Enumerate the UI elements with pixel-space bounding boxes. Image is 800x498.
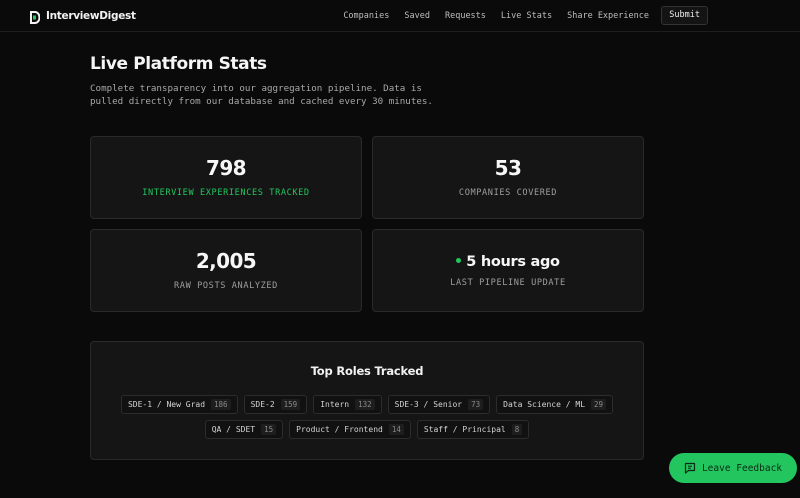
- roles-row: SDE-1 / New Grad 186 SDE-2 159 Intern 132 S…: [91, 395, 643, 414]
- role-count: 132: [355, 399, 375, 410]
- role-name: Intern: [320, 400, 350, 409]
- stat-card-last-update: 5 hours ago LAST PIPELINE UPDATE: [372, 229, 644, 312]
- nav-link-live-stats[interactable]: Live Stats: [501, 11, 552, 21]
- role-name: Product / Frontend: [296, 425, 383, 434]
- status-dot-icon: [456, 257, 462, 263]
- stat-value: 2,005: [195, 249, 257, 273]
- role-count: 15: [261, 424, 277, 435]
- logo-icon: [30, 9, 41, 24]
- role-chip[interactable]: Intern 132: [313, 395, 382, 414]
- stat-label: INTERVIEW EXPERIENCES TRACKED: [142, 188, 310, 198]
- stat-card-raw-posts: 2,005 RAW POSTS ANALYZED: [90, 229, 362, 312]
- submit-button[interactable]: Submit: [661, 6, 708, 25]
- role-chip[interactable]: SDE-3 / Senior 73: [387, 395, 491, 414]
- top-nav: InterviewDigest Companies Saved Requests…: [0, 0, 800, 32]
- nav-link-saved[interactable]: Saved: [404, 11, 430, 21]
- role-count: 8: [511, 424, 523, 435]
- brand-logo[interactable]: InterviewDigest: [30, 9, 136, 24]
- stat-label: LAST PIPELINE UPDATE: [450, 278, 566, 288]
- message-icon: [684, 459, 696, 478]
- stat-value: 53: [494, 156, 522, 180]
- nav-links: Companies Saved Requests Live Stats Shar…: [343, 11, 649, 21]
- role-count: 14: [388, 424, 404, 435]
- nav-link-requests[interactable]: Requests: [445, 11, 486, 21]
- page-description: Complete transparency into our aggregati…: [90, 83, 433, 107]
- stat-value: 798: [206, 156, 247, 180]
- feedback-label: Leave Feedback: [701, 462, 783, 474]
- role-chip[interactable]: QA / SDET 15: [204, 420, 284, 439]
- role-name: QA / SDET: [211, 425, 256, 434]
- role-count: 29: [591, 399, 607, 410]
- stat-label: RAW POSTS ANALYZED: [174, 281, 278, 291]
- top-roles-panel: Top Roles Tracked SDE-1 / New Grad 186 SD…: [90, 341, 644, 460]
- role-name: SDE-1 / New Grad: [127, 400, 206, 409]
- roles-row: QA / SDET 15 Product / Frontend 14 Staff /…: [91, 420, 643, 439]
- role-count: 186: [211, 399, 231, 410]
- nav-link-companies[interactable]: Companies: [343, 11, 389, 21]
- role-count: 73: [468, 399, 484, 410]
- leave-feedback-button[interactable]: Leave Feedback: [669, 453, 797, 483]
- role-name: SDE-3 / Senior: [394, 400, 463, 409]
- stat-value-row: 5 hours ago: [373, 254, 643, 270]
- roles-title: Top Roles Tracked: [310, 364, 424, 378]
- role-name: Staff / Principal: [423, 425, 506, 434]
- role-name: SDE-2: [250, 400, 275, 409]
- role-chip[interactable]: SDE-2 159: [243, 395, 308, 414]
- role-count: 159: [280, 399, 301, 410]
- role-chip[interactable]: Data Science / ML 29: [496, 395, 614, 414]
- stat-label: COMPANIES COVERED: [458, 188, 558, 198]
- role-chip[interactable]: Staff / Principal 8: [416, 420, 530, 439]
- page-title: Live Platform Stats: [90, 54, 267, 74]
- stat-card-experiences: 798 INTERVIEW EXPERIENCES TRACKED: [90, 136, 362, 219]
- stat-value: 5 hours ago: [466, 254, 560, 270]
- role-chip[interactable]: SDE-1 / New Grad 186: [120, 395, 238, 414]
- brand-name: InterviewDigest: [46, 9, 136, 22]
- role-name: Data Science / ML: [503, 400, 586, 409]
- nav-link-share-experience[interactable]: Share Experience: [567, 11, 649, 21]
- stat-card-companies: 53 COMPANIES COVERED: [372, 136, 644, 219]
- role-chip[interactable]: Product / Frontend 14: [289, 420, 411, 439]
